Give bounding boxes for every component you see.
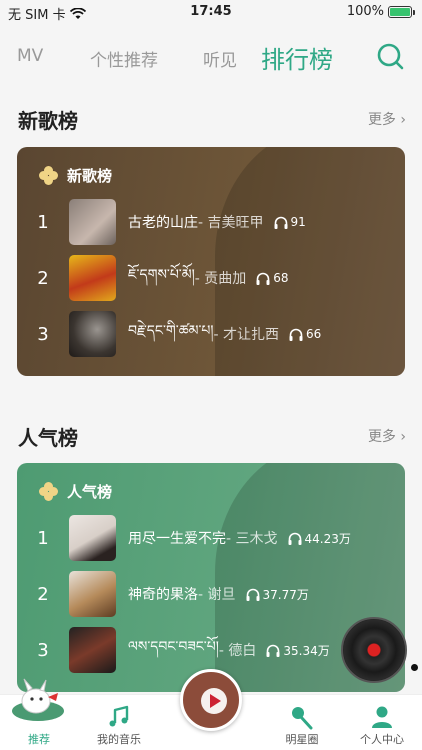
tab-recommend[interactable]: 个性推荐 xyxy=(90,46,158,71)
new-songs-card[interactable]: 新歌榜 1 古老的山庄 - 吉美旺甲 91 2 ཇོ་དགས་པོ་མོ། - … xyxy=(17,147,405,376)
tab-profile[interactable]: 个人中心 xyxy=(347,703,417,747)
now-playing-button[interactable] xyxy=(180,669,242,731)
song-title: 用尽一生爱不完 xyxy=(128,531,226,547)
card-title: 人气榜 xyxy=(67,483,113,501)
album-cover xyxy=(69,311,116,357)
headphones-icon xyxy=(256,272,270,285)
artist-name: - 三木戈 xyxy=(226,531,278,547)
battery-percent: 100% xyxy=(346,4,384,19)
card-header: 新歌榜 xyxy=(39,165,112,186)
section-title: 新歌榜 xyxy=(18,109,78,133)
play-count: 91 xyxy=(290,215,306,229)
song-title: བརྗེ་དང་གི་ཚམ་པ། xyxy=(128,323,214,339)
headphones-icon xyxy=(274,216,288,229)
more-link[interactable]: 更多 › xyxy=(368,109,406,129)
tab-label: 明星圈 xyxy=(285,733,319,746)
rank-number: 2 xyxy=(37,267,49,289)
chevron-right-icon: › xyxy=(400,429,406,445)
rank-number: 1 xyxy=(37,211,49,233)
tab-mv[interactable]: MV xyxy=(17,46,43,66)
more-label: 更多 xyxy=(367,429,396,445)
headphones-icon xyxy=(246,588,260,601)
tab-label: 我的音乐 xyxy=(97,733,141,746)
card-title: 新歌榜 xyxy=(67,167,113,185)
song-title: ཇོ་དགས་པོ་མོ། xyxy=(128,267,195,283)
album-cover xyxy=(69,571,116,617)
clover-icon xyxy=(39,165,59,186)
section-popular-header: 人气榜 更多 › xyxy=(18,422,406,452)
clover-icon xyxy=(39,481,59,502)
section-title: 人气榜 xyxy=(18,426,78,450)
music-note-icon xyxy=(109,705,129,727)
tab-rankings[interactable]: 排行榜 xyxy=(261,40,333,75)
vinyl-disc-icon[interactable] xyxy=(341,617,407,683)
song-title: 古老的山庄 xyxy=(128,215,198,231)
battery-icon xyxy=(388,5,415,18)
mascot-icon[interactable] xyxy=(10,677,66,721)
tab-label: 个人中心 xyxy=(360,733,404,746)
album-cover xyxy=(69,255,116,301)
song-title: ལས་དབང་བཟང་པོ། xyxy=(128,639,219,655)
play-count: 68 xyxy=(273,271,289,285)
tab-my-music[interactable]: 我的音乐 xyxy=(84,703,154,747)
artist-name: - 吉美旺甲 xyxy=(198,215,264,231)
tab-listen[interactable]: 听见 xyxy=(203,46,237,71)
card-header: 人气榜 xyxy=(39,481,112,502)
play-count: 44.23万 xyxy=(304,531,351,546)
headphones-icon xyxy=(288,532,302,545)
tab-stars[interactable]: 明星圈 xyxy=(267,703,337,747)
song-title: 神奇的果洛 xyxy=(128,587,198,603)
status-right: 100% xyxy=(346,4,415,19)
play-count: 35.34万 xyxy=(283,643,330,658)
more-link[interactable]: 更多 › xyxy=(368,426,406,446)
rank-number: 3 xyxy=(37,639,49,661)
list-item[interactable]: 2 神奇的果洛 - 谢旦 37.77万 xyxy=(17,569,405,619)
artist-name: - 贡曲加 xyxy=(194,271,247,287)
headphones-icon xyxy=(266,644,280,657)
section-new-header: 新歌榜 更多 › xyxy=(18,105,406,135)
play-icon xyxy=(201,688,227,714)
more-label: 更多 xyxy=(367,112,396,128)
list-item[interactable]: 1 用尽一生爱不完 - 三木戈 44.23万 xyxy=(17,513,405,563)
list-item[interactable]: 1 古老的山庄 - 吉美旺甲 91 xyxy=(17,197,405,247)
chevron-right-icon: › xyxy=(400,112,406,128)
list-item[interactable]: 2 ཇོ་དགས་པོ་མོ། - 贡曲加 68 xyxy=(17,253,405,303)
headphones-icon xyxy=(289,328,303,341)
play-count: 66 xyxy=(306,327,322,341)
rank-number: 3 xyxy=(37,323,49,345)
status-bar: 无 SIM 卡 17:45 100% xyxy=(0,0,422,26)
artist-name: - 才让扎西 xyxy=(213,327,280,343)
album-cover xyxy=(69,627,116,673)
top-nav: MV 个性推荐 听见 排行榜 xyxy=(0,38,422,78)
artist-name: - 谢旦 xyxy=(198,587,236,603)
list-item[interactable]: 3 བརྗེ་དང་གི་ཚམ་པ། - 才让扎西 66 xyxy=(17,309,405,359)
album-cover xyxy=(69,199,116,245)
artist-name: - 德白 xyxy=(218,643,257,659)
rank-number: 1 xyxy=(37,527,49,549)
album-cover xyxy=(69,515,116,561)
search-icon[interactable] xyxy=(376,42,404,70)
microphone-icon xyxy=(292,707,313,730)
tab-label: 推荐 xyxy=(28,733,50,746)
rank-number: 2 xyxy=(37,583,49,605)
indicator-dot xyxy=(411,664,418,671)
play-count: 37.77万 xyxy=(262,587,309,602)
person-icon xyxy=(372,706,392,728)
